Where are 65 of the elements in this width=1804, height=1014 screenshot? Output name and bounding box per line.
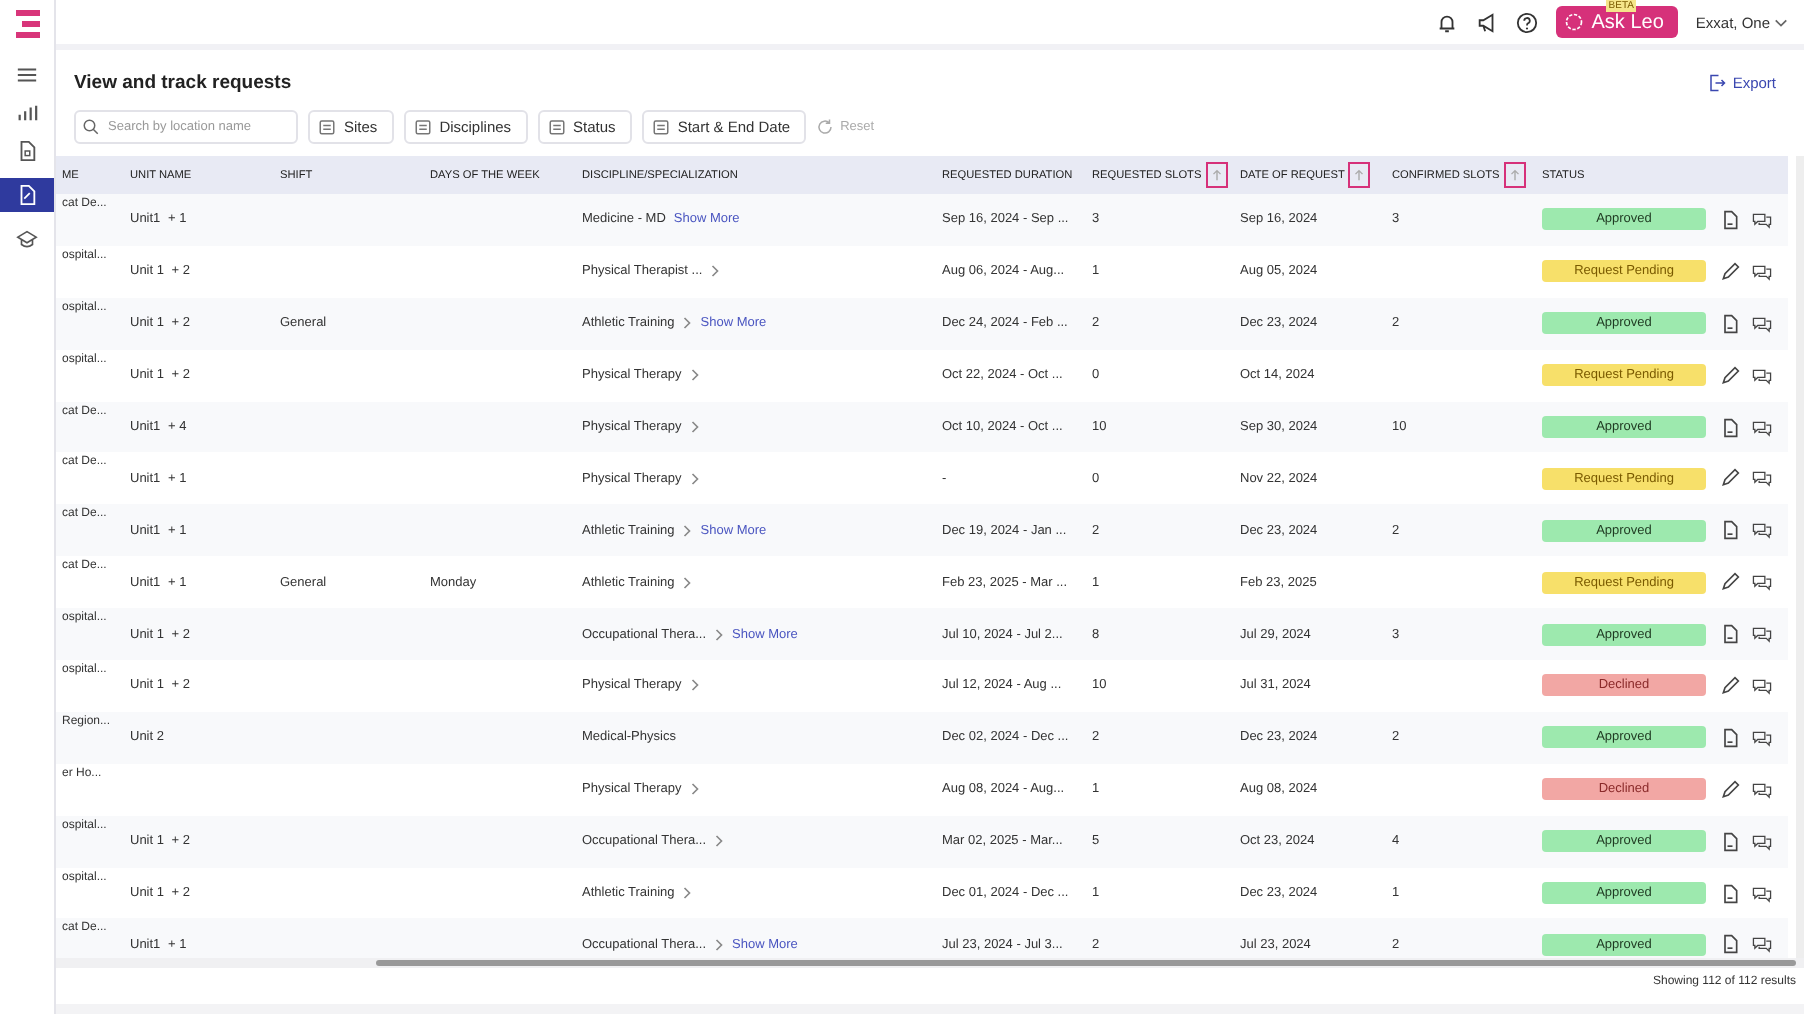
page-title: View and track requests xyxy=(74,71,292,93)
document-icon[interactable] xyxy=(1720,934,1740,955)
ask-leo-button[interactable]: Ask Leo xyxy=(1555,6,1678,38)
list-icon[interactable] xyxy=(318,118,336,136)
document-icon[interactable] xyxy=(1720,417,1740,437)
list-icon[interactable] xyxy=(547,118,566,136)
comments-icon[interactable] xyxy=(1752,883,1772,904)
comments-icon[interactable] xyxy=(1752,727,1772,748)
document-icon[interactable] xyxy=(16,140,38,162)
comments-icon[interactable] xyxy=(1752,417,1772,437)
edit-icon[interactable] xyxy=(1720,675,1740,696)
chevron-right-icon[interactable] xyxy=(682,575,693,590)
comments-icon[interactable] xyxy=(1752,831,1772,852)
chevron-down-icon[interactable] xyxy=(1774,15,1788,29)
chevron-right-icon[interactable] xyxy=(714,937,725,952)
sort-button[interactable] xyxy=(1348,162,1371,188)
comments-icon[interactable] xyxy=(1752,520,1772,541)
search-icon xyxy=(82,118,100,136)
comments-icon[interactable] xyxy=(1752,624,1772,645)
graduation-cap-icon[interactable] xyxy=(16,228,38,250)
edit-icon[interactable] xyxy=(1720,468,1740,489)
chevron-right-icon[interactable] xyxy=(689,782,700,797)
bell-icon[interactable] xyxy=(1435,11,1458,33)
chevron-right-icon[interactable] xyxy=(714,627,725,642)
document-icon[interactable] xyxy=(1720,883,1740,904)
sort-button[interactable] xyxy=(1503,162,1526,188)
comments-icon[interactable] xyxy=(1752,209,1772,230)
comments-icon[interactable] xyxy=(1752,313,1772,334)
document-icon[interactable] xyxy=(1720,209,1740,230)
chevron-right-icon[interactable] xyxy=(689,678,700,693)
list-icon[interactable] xyxy=(413,118,432,136)
comments-icon[interactable] xyxy=(1752,468,1772,489)
document-icon[interactable] xyxy=(16,184,38,206)
chevron-right-icon[interactable] xyxy=(714,834,725,849)
help-icon[interactable] xyxy=(1515,11,1538,33)
comments-icon[interactable] xyxy=(1752,675,1772,696)
chevron-right-icon[interactable] xyxy=(689,420,700,434)
list-icon[interactable] xyxy=(651,118,670,136)
comments-icon[interactable] xyxy=(1752,779,1772,800)
document-icon[interactable] xyxy=(1720,624,1740,645)
comments-icon[interactable] xyxy=(1752,934,1772,955)
document-icon[interactable] xyxy=(1720,520,1740,541)
sort-button[interactable] xyxy=(1205,162,1228,188)
edit-icon[interactable] xyxy=(1720,261,1740,282)
chevron-right-icon[interactable] xyxy=(710,264,721,279)
logo-icon[interactable] xyxy=(11,8,43,40)
document-icon[interactable] xyxy=(1720,831,1740,852)
chevron-right-icon[interactable] xyxy=(689,471,700,486)
chevron-right-icon[interactable] xyxy=(682,523,693,538)
comments-icon[interactable] xyxy=(1752,572,1772,593)
chevron-right-icon[interactable] xyxy=(682,886,693,901)
document-icon[interactable] xyxy=(1720,727,1740,748)
edit-icon[interactable] xyxy=(1720,365,1740,386)
comments-icon[interactable] xyxy=(1752,365,1772,386)
edit-icon[interactable] xyxy=(1720,572,1740,593)
chevron-right-icon[interactable] xyxy=(682,316,693,331)
requests-nav-item[interactable] xyxy=(0,178,54,212)
document-icon[interactable] xyxy=(1720,313,1740,334)
megaphone-icon[interactable] xyxy=(1475,11,1498,33)
export-icon[interactable] xyxy=(1708,73,1727,91)
bar-chart-icon[interactable] xyxy=(16,102,38,124)
chevron-right-icon[interactable] xyxy=(689,368,700,383)
menu-icon[interactable] xyxy=(16,64,38,86)
edit-icon[interactable] xyxy=(1720,779,1740,800)
comments-icon[interactable] xyxy=(1752,261,1772,282)
